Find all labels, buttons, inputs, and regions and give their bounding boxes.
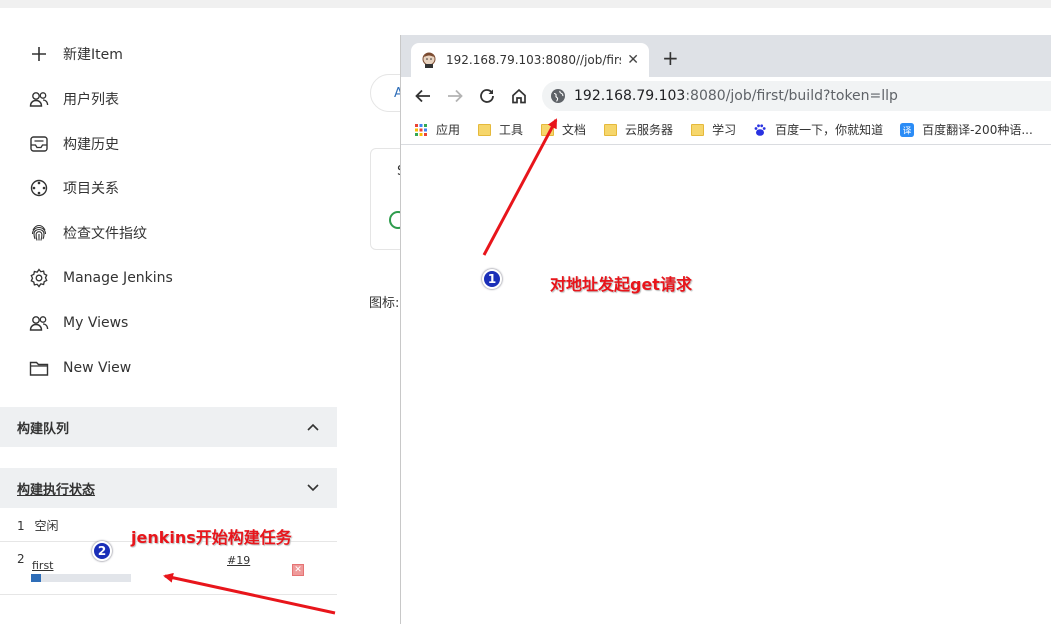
home-icon[interactable] bbox=[509, 86, 529, 106]
build-queue-header[interactable]: 构建队列 bbox=[0, 407, 337, 447]
annotation-step-2: jenkins开始构建任务 bbox=[131, 528, 292, 547]
bookmark-study[interactable]: 学习 bbox=[690, 121, 736, 138]
executor-job-link[interactable]: first bbox=[32, 559, 54, 572]
bookmark-apps[interactable]: 应用 bbox=[414, 121, 460, 138]
reload-icon[interactable] bbox=[477, 86, 497, 106]
bookmark-tools[interactable]: 工具 bbox=[477, 121, 523, 138]
inbox-icon bbox=[28, 133, 50, 155]
folder-icon bbox=[477, 123, 491, 137]
bookmark-cloud-server[interactable]: 云服务器 bbox=[603, 121, 673, 138]
nav-label: New View bbox=[63, 360, 132, 376]
bookmarks-bar: 应用 工具 文档 云服务器 学习 百度一下，你就知道 译 百度翻译-200种语.… bbox=[401, 115, 1051, 145]
bookmark-label: 百度一下，你就知道 bbox=[775, 123, 884, 137]
executor-status-title[interactable]: 构建执行状态 bbox=[17, 479, 95, 498]
build-progress-bar[interactable] bbox=[31, 574, 131, 582]
forward-arrow-icon[interactable] bbox=[445, 86, 465, 106]
top-strip bbox=[0, 0, 1051, 8]
address-bar[interactable]: 192.168.79.103:8080/job/first/build?toke… bbox=[542, 81, 1051, 111]
folder-icon bbox=[603, 123, 617, 137]
nav-label: 新建Item bbox=[63, 47, 123, 63]
nav-new-item[interactable]: 新建Item bbox=[28, 39, 123, 69]
nav-label: 项目关系 bbox=[63, 181, 119, 197]
tab-strip: 192.168.79.103:8080//job/first/ ✕ + bbox=[401, 35, 1051, 77]
nav-fingerprint[interactable]: 检查文件指纹 bbox=[28, 218, 147, 248]
cancel-build-icon[interactable]: ✕ bbox=[292, 564, 304, 576]
url-host: 192.168.79.103 bbox=[574, 88, 686, 104]
step-badge-1: 1 bbox=[482, 269, 502, 289]
executor-number: 2 bbox=[17, 552, 25, 566]
bookmark-label: 应用 bbox=[436, 123, 461, 137]
nav-people[interactable]: 用户列表 bbox=[28, 84, 119, 114]
nav-label: Manage Jenkins bbox=[63, 270, 173, 286]
bookmark-label: 学习 bbox=[712, 123, 737, 137]
nav-new-view[interactable]: New View bbox=[28, 353, 131, 383]
executor-idle-status: 空闲 bbox=[34, 519, 59, 533]
nav-label: My Views bbox=[63, 315, 129, 331]
browser-toolbar: 192.168.79.103:8080/job/first/build?toke… bbox=[401, 77, 1051, 115]
folder-icon bbox=[540, 123, 554, 137]
browser-window: 192.168.79.103:8080//job/first/ ✕ + 192.… bbox=[400, 35, 1051, 624]
build-number-link[interactable]: #19 bbox=[227, 554, 250, 567]
bookmark-label: 文档 bbox=[562, 123, 587, 137]
build-queue-title: 构建队列 bbox=[17, 421, 70, 437]
tab-close-icon[interactable]: ✕ bbox=[627, 52, 639, 68]
bookmark-label: 百度翻译-200种语... bbox=[922, 123, 1033, 137]
nav-build-history[interactable]: 构建历史 bbox=[28, 129, 119, 159]
svg-text:译: 译 bbox=[903, 125, 912, 136]
executor-number: 1 bbox=[17, 519, 25, 533]
bookmark-label: 云服务器 bbox=[625, 123, 674, 137]
background-legend-text: 图标: bbox=[369, 296, 400, 311]
step-badge-2: 2 bbox=[92, 541, 112, 561]
nav-project-relationship[interactable]: 项目关系 bbox=[28, 173, 119, 203]
folder-icon bbox=[28, 357, 50, 379]
build-progress-fill bbox=[31, 574, 41, 582]
back-arrow-icon[interactable] bbox=[413, 86, 433, 106]
nav-label: 检查文件指纹 bbox=[63, 226, 147, 242]
chevron-down-icon[interactable] bbox=[307, 481, 319, 495]
bookmark-baidu[interactable]: 百度一下，你就知道 bbox=[753, 121, 883, 138]
gear-icon bbox=[28, 267, 50, 289]
nav-my-views[interactable]: My Views bbox=[28, 308, 128, 338]
nav-label: 用户列表 bbox=[63, 92, 119, 108]
nav-label: 构建历史 bbox=[63, 137, 119, 153]
annotation-step-1: 对地址发起get请求 bbox=[550, 275, 692, 294]
bookmark-docs[interactable]: 文档 bbox=[540, 121, 586, 138]
baidu-icon bbox=[753, 123, 767, 137]
browser-tab[interactable]: 192.168.79.103:8080//job/first/ ✕ bbox=[411, 43, 649, 77]
plus-icon bbox=[28, 43, 50, 65]
jenkins-favicon-icon bbox=[421, 52, 437, 68]
relationship-icon bbox=[28, 177, 50, 199]
url-path: :8080/job/first/build?token=llp bbox=[685, 88, 898, 104]
nav-manage-jenkins[interactable]: Manage Jenkins bbox=[28, 263, 173, 293]
bookmark-baidu-translate[interactable]: 译 百度翻译-200种语... bbox=[900, 121, 1033, 138]
people-icon bbox=[28, 88, 50, 110]
people-icon bbox=[28, 312, 50, 334]
new-tab-button[interactable]: + bbox=[662, 48, 679, 68]
bookmark-label: 工具 bbox=[499, 123, 524, 137]
executor-row: 2 first #19 ✕ bbox=[0, 543, 337, 595]
apps-icon bbox=[414, 123, 428, 137]
translate-icon: 译 bbox=[900, 122, 915, 137]
chevron-up-icon[interactable] bbox=[307, 420, 319, 434]
globe-icon[interactable] bbox=[550, 88, 566, 104]
folder-icon bbox=[690, 123, 704, 137]
fingerprint-icon bbox=[28, 222, 50, 244]
tab-title: 192.168.79.103:8080//job/first/ bbox=[446, 53, 622, 67]
executor-status-header[interactable]: 构建执行状态 bbox=[0, 468, 337, 508]
